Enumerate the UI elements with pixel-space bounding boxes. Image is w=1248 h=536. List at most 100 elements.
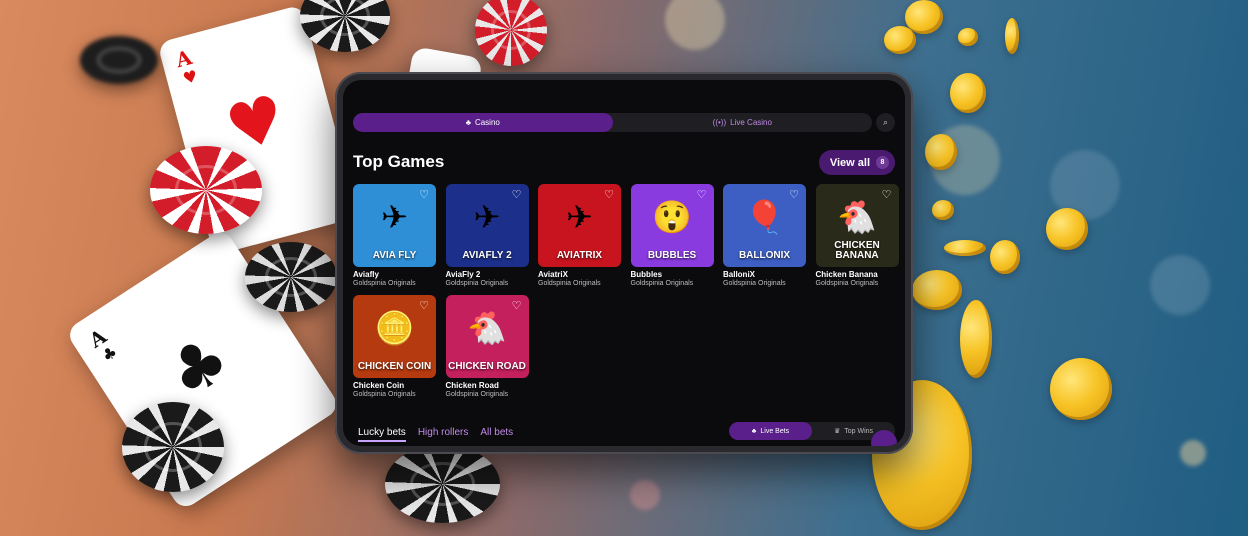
red-poker-chip <box>150 146 262 234</box>
tab-live-bets[interactable]: ♣ Live Bets <box>729 422 812 440</box>
tab-lucky-bets[interactable]: Lucky bets <box>358 427 406 442</box>
tab-live-bets-label: Live Bets <box>760 427 790 435</box>
game-art-icon: 🪙 <box>374 310 415 347</box>
section-title-top-games: Top Games <box>353 152 445 171</box>
game-logo: CHICKEN COIN <box>357 361 432 372</box>
bets-switcher: ♣ Live Bets ♛ Top Wins <box>729 422 895 440</box>
category-nav: ♣ Casino ((•)) Live Casino ⌕ <box>353 112 895 132</box>
game-logo: AVIAFLY 2 <box>462 250 512 261</box>
game-art-icon: 😲 <box>652 199 692 236</box>
game-card[interactable]: 🎈 BALLONIX ♡ BalloniX Goldspinia Originals <box>723 184 806 287</box>
view-all-button[interactable]: View all 8 <box>818 150 895 175</box>
game-provider: Goldspinia Originals <box>445 280 509 287</box>
gold-coin <box>884 26 916 54</box>
gold-coin <box>960 300 992 378</box>
game-thumbnail[interactable]: 🐔 CHICKEN BANANA ♡ <box>815 184 899 267</box>
game-provider: Goldspinia Originals <box>353 391 416 398</box>
cards-icon: ♣ <box>465 117 471 127</box>
game-logo: CHICKEN ROAD <box>448 361 526 372</box>
tab-casino-label: Casino <box>474 117 500 127</box>
game-thumbnail[interactable]: ✈ AVIA FLY ♡ <box>353 184 436 267</box>
game-logo: BUBBLES <box>647 250 697 261</box>
crown-icon: ♛ <box>833 428 841 435</box>
black-poker-chip <box>385 445 500 523</box>
favorite-heart-icon[interactable]: ♡ <box>788 189 800 201</box>
search-button[interactable]: ⌕ <box>876 112 895 132</box>
game-provider: Goldspinia Originals <box>723 280 786 287</box>
bets-tabs: Lucky bets High rollers All bets <box>358 427 513 442</box>
favorite-heart-icon[interactable]: ♡ <box>418 189 430 201</box>
game-name: Aviafly <box>353 270 379 279</box>
game-provider: Goldspinia Originals <box>445 391 509 398</box>
game-logo: AVIA FLY <box>372 250 417 261</box>
category-switcher: ♣ Casino ((•)) Live Casino <box>353 112 873 132</box>
game-name: Chicken Banana <box>815 270 878 279</box>
black-poker-chip <box>122 402 224 492</box>
game-thumbnail[interactable]: 🪙 CHICKEN COIN ♡ <box>353 295 436 378</box>
favorite-heart-icon[interactable]: ♡ <box>696 189 708 201</box>
gold-coin <box>944 240 986 256</box>
gold-coin <box>950 73 986 113</box>
game-card[interactable]: ✈ AVIA FLY ♡ Aviafly Goldspinia Originals <box>353 184 436 287</box>
gold-coin <box>932 200 954 220</box>
cards-icon: ♣ <box>751 427 757 435</box>
broadcast-icon: ((•)) <box>712 117 727 127</box>
red-poker-chip <box>475 0 547 66</box>
bokeh-light <box>1150 255 1210 315</box>
bokeh-light <box>630 480 660 510</box>
black-poker-chip <box>245 242 337 312</box>
game-card[interactable]: 😲 BUBBLES ♡ Bubbles Goldspinia Originals <box>630 184 714 287</box>
tab-top-wins-label: Top Wins <box>844 427 874 435</box>
tab-live-casino[interactable]: ((•)) Live Casino <box>613 113 873 132</box>
bokeh-light <box>665 0 725 50</box>
game-provider: Goldspinia Originals <box>353 280 416 287</box>
game-card[interactable]: ✈ AVIAFLY 2 ♡ AviaFly 2 Goldspinia Originals <box>445 184 529 287</box>
bokeh-light <box>1180 440 1206 466</box>
tab-casino[interactable]: ♣ Casino <box>353 112 613 132</box>
game-card[interactable]: 🐔 CHICKEN ROAD ♡ Chicken Road Goldspinia Ori… <box>445 295 529 398</box>
gold-coin <box>958 28 978 46</box>
app-screen: ♣ Casino ((•)) Live Casino ⌕ Top Games V… <box>343 80 905 446</box>
favorite-heart-icon[interactable]: ♡ <box>511 189 523 201</box>
game-name: AviatriX <box>538 270 568 279</box>
game-art-icon: ✈ <box>566 199 593 236</box>
game-thumbnail[interactable]: 😲 BUBBLES ♡ <box>630 184 714 267</box>
gold-coin <box>1050 358 1112 420</box>
game-thumbnail[interactable]: ✈ AVIAFLY 2 ♡ <box>445 184 529 267</box>
game-provider: Goldspinia Originals <box>538 280 601 287</box>
game-art-icon: 🎈 <box>744 199 785 236</box>
game-thumbnail[interactable]: 🐔 CHICKEN ROAD ♡ <box>445 295 529 378</box>
favorite-heart-icon[interactable]: ♡ <box>418 300 430 312</box>
search-icon: ⌕ <box>883 116 889 127</box>
game-art-icon: ✈ <box>381 199 408 236</box>
gold-coin <box>925 134 957 170</box>
game-art-icon: ✈ <box>473 199 501 236</box>
game-provider: Goldspinia Originals <box>815 280 879 287</box>
tablet-device: ♣ Casino ((•)) Live Casino ⌕ Top Games V… <box>335 72 913 454</box>
game-name: BalloniX <box>723 270 756 279</box>
view-all-label: View all <box>829 156 870 169</box>
game-name: AviaFly 2 <box>445 270 481 279</box>
game-thumbnail[interactable]: ✈ AVIATRIX ♡ <box>538 184 621 267</box>
view-all-count-badge: 8 <box>876 156 889 169</box>
game-art-icon: 🐔 <box>837 199 877 236</box>
black-poker-chip <box>80 36 158 84</box>
tab-high-rollers[interactable]: High rollers <box>418 427 469 442</box>
game-card[interactable]: 🪙 CHICKEN COIN ♡ Chicken Coin Goldspinia Ori… <box>353 295 436 398</box>
gold-coin <box>912 270 962 310</box>
favorite-heart-icon[interactable]: ♡ <box>511 300 523 312</box>
game-logo: AVIATRIX <box>556 250 603 261</box>
gold-coin <box>1046 208 1088 250</box>
games-grid: ✈ AVIA FLY ♡ Aviafly Goldspinia Originals ✈ AV… <box>353 184 899 398</box>
game-name: Chicken Road <box>445 381 499 390</box>
game-name: Chicken Coin <box>353 381 405 390</box>
game-thumbnail[interactable]: 🎈 BALLONIX ♡ <box>723 184 806 267</box>
game-name: Bubbles <box>630 270 663 279</box>
gold-coin <box>1005 18 1019 54</box>
favorite-heart-icon[interactable]: ♡ <box>603 189 615 201</box>
game-card[interactable]: ✈ AVIATRIX ♡ AviatriX Goldspinia Originals <box>538 184 621 287</box>
game-card[interactable]: 🐔 CHICKEN BANANA ♡ Chicken Banana Goldspinia… <box>815 184 899 287</box>
tab-all-bets[interactable]: All bets <box>480 427 513 442</box>
game-provider: Goldspinia Originals <box>630 280 694 287</box>
favorite-heart-icon[interactable]: ♡ <box>881 189 893 201</box>
